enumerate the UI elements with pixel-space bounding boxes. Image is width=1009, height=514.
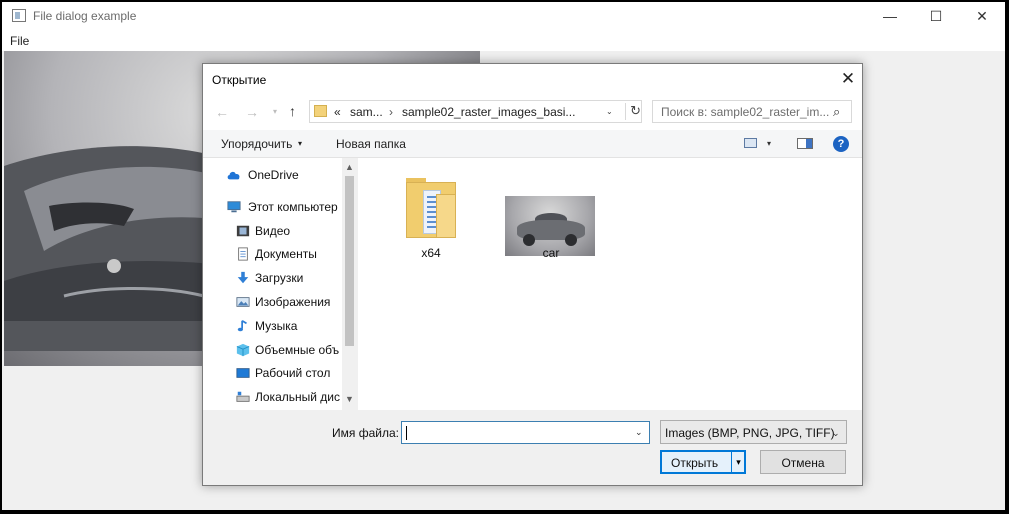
video-icon (236, 225, 250, 237)
dialog-title: Открытие (212, 73, 267, 87)
nav-item-pictures[interactable]: Изображения (203, 291, 343, 313)
car-wheel (523, 234, 535, 246)
up-button[interactable]: ↑ (289, 103, 296, 119)
computer-icon (227, 201, 241, 213)
desktop-icon (236, 368, 250, 378)
file-name-dropdown-icon[interactable]: ⌄ (635, 427, 643, 438)
file-list: x64 car (357, 158, 862, 410)
address-separator-icon[interactable]: › (389, 105, 393, 119)
nav-item-desktop[interactable]: Рабочий стол (203, 362, 343, 384)
refresh-icon[interactable]: ↻ (625, 103, 641, 120)
back-button[interactable]: ← (215, 104, 229, 120)
forward-button[interactable]: → (245, 104, 259, 120)
open-file-dialog: Открытие ✕ ← → ▾ ↑ « sam... › sample02_r… (202, 63, 863, 486)
nav-item-label: Этот компьютер (248, 200, 338, 214)
open-button-label: Открыть (671, 456, 719, 470)
scroll-thumb[interactable] (345, 176, 354, 346)
nav-item-this-pc[interactable]: Этот компьютер (203, 196, 343, 218)
nav-item-label: Изображения (255, 295, 331, 309)
view-options-icon[interactable] (744, 138, 757, 148)
nav-item-3d-objects[interactable]: Объемные объ (203, 339, 343, 361)
recent-locations-chevron-icon[interactable]: ▾ (273, 107, 277, 116)
dialog-footer: Имя файла: ⌄ Images (BMP, PNG, JPG, TIFF… (203, 410, 862, 485)
search-box[interactable]: Поиск в: sample02_raster_im... ⌕ (652, 100, 852, 123)
dialog-close-button[interactable]: ✕ (834, 69, 862, 91)
text-caret (406, 426, 407, 440)
folder-icon (314, 105, 327, 117)
nav-item-video[interactable]: Видео (203, 220, 343, 242)
scroll-up-icon[interactable]: ▲ (345, 162, 354, 172)
nav-scrollbar[interactable]: ▲ ▼ (342, 158, 357, 410)
menu-bar: File (2, 31, 1005, 51)
nav-item-label: Музыка (255, 319, 298, 333)
navigation-pane: OneDrive Этот компьютер Видео Документы … (203, 158, 357, 410)
menu-file[interactable]: File (10, 34, 29, 48)
navigation-bar: ← → ▾ ↑ « sam... › sample02_raster_image… (203, 94, 862, 130)
address-overflow[interactable]: « (334, 105, 341, 119)
open-split-dropdown-icon[interactable]: ▾ (731, 451, 745, 473)
organize-button[interactable]: Упорядочить (221, 137, 292, 151)
dialog-toolbar: Упорядочить ▾ Новая папка ▾ ? (203, 130, 862, 158)
address-dropdown-icon[interactable]: ⌄ (606, 107, 613, 116)
car-wheel (565, 234, 577, 246)
search-placeholder: Поиск в: sample02_raster_im... (661, 105, 830, 119)
app-icon (12, 9, 26, 22)
nav-item-label: OneDrive (248, 168, 299, 182)
cancel-button-label: Отмена (781, 456, 825, 470)
address-bar[interactable]: « sam... › sample02_raster_images_basi..… (309, 100, 642, 123)
file-name-field[interactable]: ⌄ (401, 421, 650, 444)
folder-front (436, 194, 456, 238)
file-item-image[interactable]: car (503, 166, 599, 266)
nav-item-label: Рабочий стол (255, 366, 331, 380)
preview-pane-icon[interactable] (797, 138, 813, 149)
file-name-input[interactable] (405, 425, 631, 440)
download-icon (237, 271, 249, 284)
file-name: x64 (421, 246, 441, 260)
close-window-button[interactable]: ✕ (959, 2, 1005, 31)
app-title: File dialog example (33, 9, 137, 23)
nav-item-label: Локальный дис (255, 390, 340, 404)
app-titlebar: File dialog example — ☐ ✕ (2, 2, 1005, 31)
file-name-label: Имя файла: (332, 426, 399, 440)
cloud-icon (227, 171, 240, 180)
3d-objects-icon (236, 343, 250, 357)
new-folder-button[interactable]: Новая папка (336, 137, 406, 151)
nav-item-label: Видео (255, 224, 291, 238)
document-icon (238, 247, 248, 261)
drive-icon (236, 391, 250, 402)
help-icon[interactable]: ? (833, 136, 849, 152)
view-dropdown-icon[interactable]: ▾ (767, 139, 771, 148)
organize-dropdown-icon[interactable]: ▾ (298, 139, 302, 148)
nav-item-onedrive[interactable]: OneDrive (203, 164, 343, 186)
nav-item-label: Документы (255, 247, 317, 261)
cancel-button[interactable]: Отмена (760, 450, 846, 474)
maximize-button[interactable]: ☐ (913, 2, 959, 31)
nav-item-local-disk[interactable]: Локальный дис (203, 386, 343, 408)
file-type-select[interactable]: Images (BMP, PNG, JPG, TIFF) ⌄ (660, 420, 847, 444)
minimize-button[interactable]: — (867, 2, 913, 31)
scroll-down-icon[interactable]: ▼ (345, 394, 354, 404)
nav-item-downloads[interactable]: Загрузки (203, 267, 343, 289)
nav-item-documents[interactable]: Документы (203, 243, 343, 265)
search-icon[interactable]: ⌕ (833, 104, 840, 120)
file-type-value: Images (BMP, PNG, JPG, TIFF) (665, 426, 835, 440)
open-button[interactable]: Открыть ▾ (660, 450, 746, 474)
nav-item-label: Загрузки (255, 271, 304, 285)
file-name: car (542, 246, 560, 260)
music-icon (237, 319, 247, 332)
file-type-dropdown-icon[interactable]: ⌄ (832, 428, 840, 439)
nav-item-music[interactable]: Музыка (203, 315, 343, 337)
file-item-folder[interactable]: x64 (383, 166, 479, 266)
dialog-titlebar: Открытие ✕ (203, 64, 862, 94)
address-segment[interactable]: sample02_raster_images_basi... (402, 105, 575, 119)
pictures-icon (236, 297, 250, 307)
nav-item-label: Объемные объ (255, 343, 340, 357)
address-segment[interactable]: sam... (350, 105, 383, 119)
